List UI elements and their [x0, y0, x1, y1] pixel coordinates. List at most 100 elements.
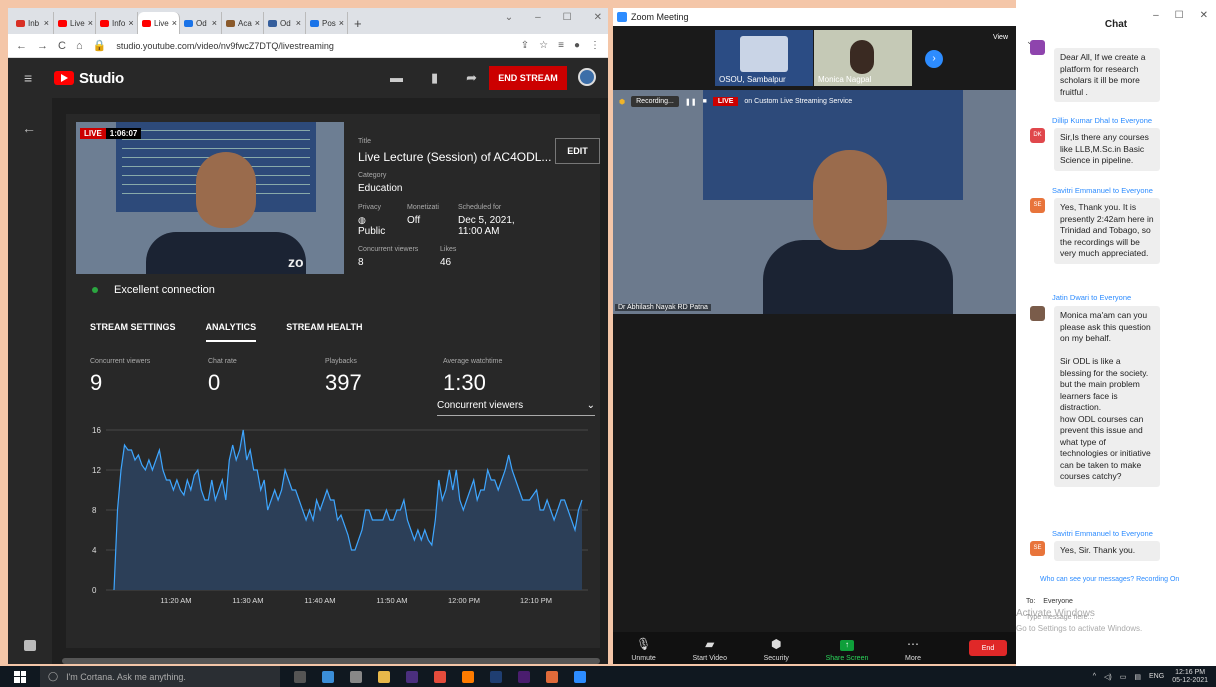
shield-icon[interactable]: ⬢ [619, 98, 625, 106]
browser-tab[interactable]: Od × [264, 12, 306, 34]
view-button[interactable]: View [993, 34, 1008, 41]
notifications-icon[interactable]: ▤ [1134, 673, 1141, 681]
new-tab-button[interactable]: + [348, 12, 368, 34]
tab-stream-health[interactable]: STREAM HEALTH [286, 314, 362, 342]
forward-icon[interactable]: → [37, 40, 48, 52]
avatar[interactable] [578, 68, 596, 86]
browser-tab[interactable]: Inb × [12, 12, 54, 34]
minimize-icon[interactable]: – [535, 12, 541, 23]
participant-tile[interactable]: OSOU, Sambalpur [715, 30, 813, 86]
task-view-icon[interactable] [294, 670, 306, 683]
stream-preview[interactable] [76, 122, 344, 274]
menu-icon[interactable]: ⋮ [590, 40, 600, 51]
connection-status: Excellent connection [76, 284, 596, 296]
network-icon[interactable]: ▭ [1120, 673, 1127, 681]
reload-icon[interactable]: C [58, 40, 66, 52]
category-value: Education [358, 183, 403, 194]
app-icon[interactable] [546, 670, 558, 683]
premiere-icon[interactable] [518, 670, 530, 683]
tab-close-icon[interactable]: × [212, 18, 217, 28]
profile-icon[interactable]: ● [574, 40, 580, 51]
browser-window: Inb × Live × Info × Live × Od × Aca × Od × Pos × + ⌄ – ☐… [8, 8, 608, 664]
browser-tab[interactable]: Aca × [222, 12, 264, 34]
bookmark-icon[interactable]: ▮ [431, 70, 438, 86]
participant-face [850, 40, 874, 74]
zoom-titlebar: Zoom Meeting [613, 8, 1016, 26]
youtube-logo-icon[interactable] [54, 71, 74, 85]
zoom-icon[interactable] [574, 670, 586, 683]
tab-close-icon[interactable]: × [339, 18, 344, 28]
browser-tab[interactable]: Live × [54, 12, 96, 34]
after-effects-icon[interactable] [406, 670, 418, 683]
browser-tab[interactable]: Live × [138, 12, 180, 34]
globe-icon: ◍ [358, 215, 366, 225]
chat-input[interactable]: Type message here... [1026, 614, 1093, 621]
edit-button[interactable]: EDIT [555, 138, 600, 164]
end-meeting-button[interactable]: End [969, 640, 1007, 656]
hamburger-icon[interactable]: ≡ [24, 70, 36, 86]
volume-icon[interactable]: ◁) [1104, 673, 1112, 681]
back-arrow-icon[interactable]: ← [22, 120, 36, 136]
tab-label: Od [280, 18, 291, 28]
browser-tab[interactable]: Pos × [306, 12, 348, 34]
url-field[interactable]: studio.youtube.com/video/nv9fwcZ7DTQ/liv… [116, 41, 334, 51]
close-icon[interactable]: ✕ [1200, 10, 1208, 21]
chat-visibility-note[interactable]: Who can see your messages? Recording On [1040, 576, 1179, 583]
security-button[interactable]: ⬢ Security [764, 637, 789, 662]
tab-close-icon[interactable]: × [88, 18, 93, 28]
close-icon[interactable]: ✕ [594, 12, 602, 23]
store-icon[interactable] [350, 670, 362, 683]
browser-tab[interactable]: Od × [180, 12, 222, 34]
photoshop-icon[interactable] [490, 670, 502, 683]
chevron-up-icon[interactable]: ^ [1093, 673, 1096, 680]
share-icon[interactable]: ⇪ [521, 40, 529, 51]
tab-close-icon[interactable]: × [172, 18, 177, 28]
clapper-icon[interactable]: ▬ [390, 70, 403, 86]
unmute-button[interactable]: 🎙 Unmute [631, 637, 656, 662]
tab-close-icon[interactable]: × [255, 18, 260, 28]
chrome-icon[interactable] [434, 670, 446, 683]
tab-close-icon[interactable]: × [44, 18, 49, 28]
maximize-icon[interactable]: ☐ [563, 12, 572, 23]
active-speaker-video [613, 90, 1016, 314]
metric-dropdown[interactable]: Concurrent viewers ⌄ [437, 396, 595, 416]
next-page-icon[interactable]: › [925, 50, 943, 68]
tab-label: Od [196, 18, 207, 28]
horizontal-scrollbar[interactable] [62, 658, 600, 664]
clock[interactable]: 12:16 PM 05-12-2021 [1172, 669, 1208, 685]
streaming-service[interactable]: on Custom Live Streaming Service [744, 98, 852, 105]
cortana-search[interactable]: ◯ I'm Cortana. Ask me anything. [40, 666, 280, 687]
feedback-icon[interactable] [24, 640, 36, 651]
file-explorer-icon[interactable] [378, 670, 390, 683]
stop-icon[interactable]: ■ [703, 98, 707, 105]
chevron-down-icon[interactable]: ⌄ [505, 12, 513, 23]
back-icon[interactable]: ← [16, 40, 27, 52]
minimize-icon[interactable]: – [1153, 10, 1159, 21]
language-indicator[interactable]: ENG [1149, 673, 1164, 680]
lock-icon: 🔒 [92, 40, 107, 52]
clock-time: 12:16 PM [1175, 668, 1206, 676]
participant-tile[interactable]: Monica Nagpal [814, 30, 912, 86]
maximize-icon[interactable]: ☐ [1175, 10, 1184, 21]
tab-close-icon[interactable]: × [296, 18, 301, 28]
pause-icon[interactable]: ❚❚ [685, 98, 697, 106]
chat-recipient[interactable]: To: Everyone [1026, 598, 1073, 605]
recording-status[interactable]: Recording... [631, 96, 679, 107]
start-video-button[interactable]: ▰ Start Video [692, 637, 727, 662]
tab-close-icon[interactable]: × [128, 18, 133, 28]
windows-start-icon[interactable] [14, 670, 26, 683]
browser-tab[interactable]: Info × [96, 12, 138, 34]
edge-icon[interactable] [322, 670, 334, 683]
tab-analytics[interactable]: ANALYTICS [205, 314, 257, 342]
tab-stream-settings[interactable]: STREAM SETTINGS [90, 314, 176, 342]
end-stream-button[interactable]: END STREAM [489, 66, 567, 90]
star-icon[interactable]: ☆ [539, 40, 548, 51]
illustrator-icon[interactable] [462, 670, 474, 683]
share-arrow-icon[interactable]: ➦ [466, 70, 477, 86]
queue-icon[interactable]: ≡ [558, 40, 564, 51]
system-tray: ^ ◁) ▭ ▤ ENG 12:16 PM 05-12-2021 [1093, 666, 1208, 687]
recipient-select[interactable]: Everyone [1043, 598, 1073, 605]
home-icon[interactable]: ⌂ [76, 40, 83, 52]
more-button[interactable]: ⋯ More [905, 637, 921, 662]
share-screen-button[interactable]: ↑ Share Screen [826, 640, 868, 662]
